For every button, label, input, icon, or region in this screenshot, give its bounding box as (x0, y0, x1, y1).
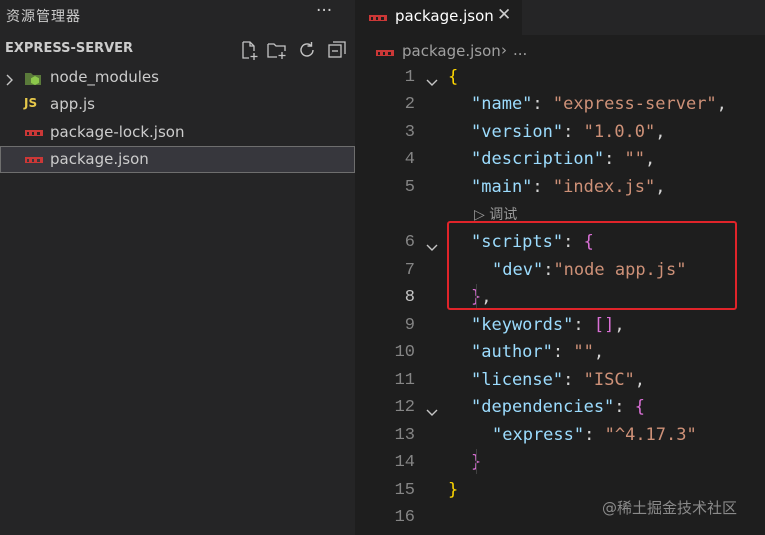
line-number: 2 (404, 95, 415, 114)
code-text: "license": "ISC", (471, 370, 646, 390)
line-number: 1 (404, 68, 415, 87)
tree-item-label: node_modules (50, 68, 159, 86)
tab-label: package.json (395, 7, 494, 25)
code-line: 9 "keywords": [], (355, 313, 765, 340)
code-line: 10 "author": "", (355, 340, 765, 367)
code-text: { (448, 67, 459, 87)
json-key: "author" (471, 342, 553, 362)
json-key: "license" (471, 370, 564, 390)
json-key: "name" (471, 94, 533, 114)
code-line: 14 } (355, 450, 765, 477)
json-key: "main" (471, 177, 533, 197)
code-text: "dependencies": { (471, 397, 646, 417)
tab-package-json[interactable]: package.json ✕ (355, 0, 522, 35)
json-value: "" (624, 149, 646, 169)
tree-item-node-modules[interactable]: node_modules (0, 64, 355, 91)
tree-item-label: app.js (50, 95, 95, 113)
code-line: 13 "express": "^4.17.3" (355, 423, 765, 450)
tree-item-label: package.json (50, 150, 149, 168)
code-text: "author": "", (471, 342, 605, 362)
code-line: 4 "description": "", (355, 147, 765, 174)
line-number: 15 (394, 481, 415, 500)
line-number: 8 (404, 288, 415, 307)
tree-item-package-json[interactable]: package.json (0, 146, 355, 173)
more-actions-button[interactable]: ··· (316, 1, 332, 21)
json-value: "^4.17.3" (604, 425, 697, 445)
workspace-title: EXPRESS-SERVER (5, 41, 134, 56)
code-line: 1 { (355, 65, 765, 92)
line-number: 6 (404, 233, 415, 252)
breadcrumb-separator: › (501, 41, 507, 59)
code-line: 11 "license": "ISC", (355, 368, 765, 395)
editor-tab-bar: package.json ✕ (355, 0, 765, 35)
new-folder-icon[interactable] (266, 39, 288, 61)
explorer-header: 资源管理器 ··· (0, 0, 355, 32)
code-line: 2 "name": "express-server", (355, 92, 765, 119)
line-number: 4 (404, 150, 415, 169)
json-value: "index.js" (552, 177, 656, 197)
collapse-all-icon[interactable] (326, 39, 348, 61)
close-icon[interactable]: ✕ (497, 5, 511, 25)
json-key: "description" (471, 149, 605, 169)
fold-chevron-icon[interactable] (426, 73, 438, 93)
explorer-sidebar: 资源管理器 ··· EXPRESS-SERVER node_modules JS… (0, 0, 355, 535)
chevron-right-icon (5, 71, 15, 90)
code-text: "main": "index.js", (471, 177, 666, 197)
code-text: "express": "^4.17.3" (492, 425, 697, 445)
breadcrumb: package.json › ... (355, 35, 765, 65)
npm-file-icon (24, 125, 43, 141)
tree-item-package-lock-json[interactable]: package-lock.json (0, 119, 355, 146)
tree-item-label: package-lock.json (50, 123, 185, 141)
line-number: 9 (404, 316, 415, 335)
code-line: 12 "dependencies": { (355, 395, 765, 422)
line-number: 12 (394, 398, 415, 417)
json-value: "express-server" (552, 94, 717, 114)
refresh-icon[interactable] (296, 39, 318, 61)
line-number: 5 (404, 178, 415, 197)
json-value: "ISC" (583, 370, 635, 390)
json-key: "express" (492, 425, 585, 445)
line-number: 7 (404, 261, 415, 280)
indent-guide (476, 449, 477, 474)
breadcrumb-more[interactable]: ... (513, 41, 527, 59)
line-number: 11 (394, 371, 415, 390)
json-value: [] (593, 315, 615, 335)
fold-chevron-icon[interactable] (426, 403, 438, 423)
breadcrumb-file[interactable]: package.json (402, 42, 501, 60)
json-key: "version" (471, 122, 564, 142)
code-text: } (448, 480, 459, 500)
code-text: "name": "express-server", (471, 94, 727, 114)
npm-file-icon (24, 152, 43, 168)
json-bracket: { (634, 397, 646, 417)
json-key: "keywords" (471, 315, 574, 335)
node-folder-icon (24, 70, 42, 86)
line-number: 3 (404, 123, 415, 142)
code-line: 3 "version": "1.0.0", (355, 120, 765, 147)
line-number: 16 (394, 508, 415, 527)
line-number: 13 (394, 426, 415, 445)
new-file-icon[interactable] (238, 39, 260, 61)
workspace-section-header[interactable]: EXPRESS-SERVER (0, 37, 355, 63)
code-text: "description": "", (471, 149, 656, 169)
highlight-annotation-box (447, 221, 737, 310)
npm-file-icon (368, 10, 388, 30)
line-number: 14 (394, 453, 415, 472)
tree-item-app-js[interactable]: JS app.js (0, 91, 355, 118)
js-file-icon: JS (24, 96, 38, 110)
code-line: 5 "main": "index.js", (355, 175, 765, 202)
json-value: "" (573, 342, 594, 362)
code-text: "version": "1.0.0", (471, 122, 666, 142)
json-value: "1.0.0" (583, 122, 656, 142)
line-number: 10 (394, 343, 415, 362)
fold-chevron-icon[interactable] (426, 238, 438, 258)
watermark: @稀土掘金技术社区 (602, 499, 738, 517)
npm-file-icon (375, 45, 395, 65)
explorer-title: 资源管理器 (6, 9, 81, 25)
json-key: "dependencies" (471, 397, 615, 417)
code-text: "keywords": [], (471, 315, 625, 335)
